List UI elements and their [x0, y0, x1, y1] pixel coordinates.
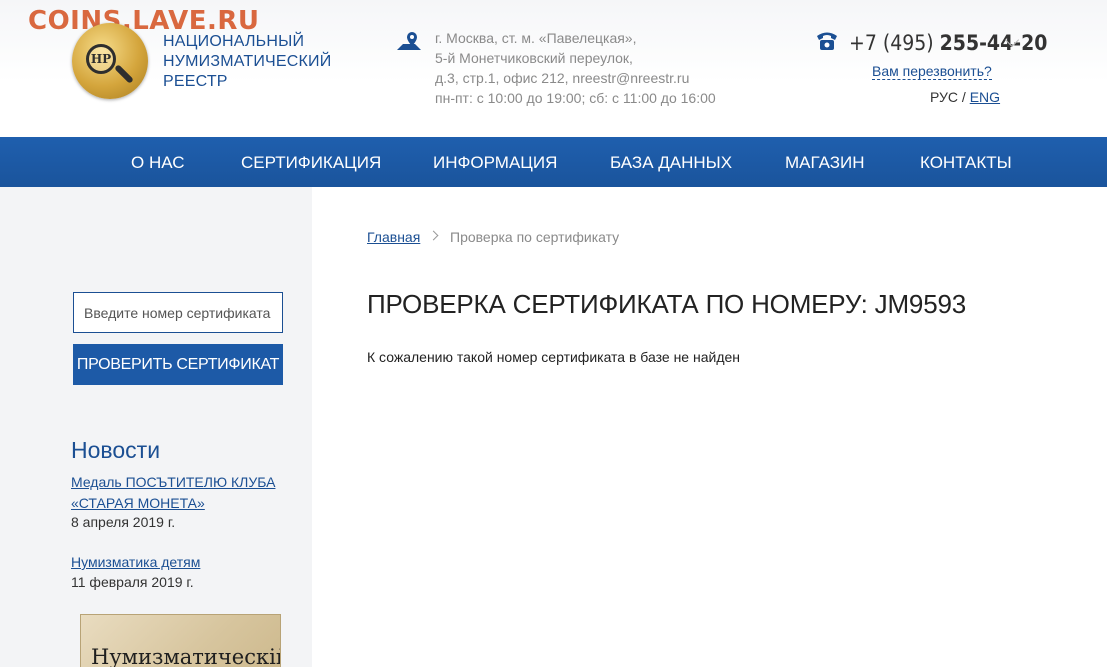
- address-line-2: 5-й Монетчиковский переулок,: [435, 50, 633, 66]
- news-item-link[interactable]: Медаль ПОСЪТИТЕЛЮ КЛУБА «СТАРАЯ МОНЕТА»: [71, 472, 275, 514]
- news-heading: Новости: [71, 437, 161, 463]
- lang-separator: /: [958, 89, 970, 105]
- certificate-number-input[interactable]: [73, 292, 283, 333]
- phone-prefix: +7 (495): [849, 31, 940, 55]
- logo-line-2: НУМИЗМАТИЧЕСКИЙ: [163, 53, 332, 70]
- nav-item-contacts[interactable]: КОНТАКТЫ: [920, 137, 1012, 187]
- news-item-link[interactable]: Нумизматика детям: [71, 552, 200, 573]
- magnifier-handle-icon: [114, 64, 134, 84]
- book-cover-title: Нумизматическій: [91, 645, 281, 667]
- phone-icon: [817, 32, 837, 50]
- page-title: ПРОВЕРКА СЕРТИФИКАТА ПО НОМЕРУ: JM9593: [367, 289, 966, 319]
- logo-line-1: НАЦИОНАЛЬНЫЙ: [163, 33, 305, 50]
- lang-en-link[interactable]: ENG: [970, 89, 1000, 105]
- nav-item-certification[interactable]: СЕРТИФИКАЦИЯ: [241, 137, 381, 187]
- logo-line-3: РЕЕСТР: [163, 73, 228, 90]
- nav-item-about[interactable]: О НАС: [131, 137, 184, 187]
- phone-number[interactable]: +7 (495) 255-44-20: [849, 31, 1047, 55]
- news-item-title-line-1: Нумизматика детям: [71, 554, 201, 570]
- main-nav: О НАС СЕРТИФИКАЦИЯ ИНФОРМАЦИЯ БАЗА ДАННЫ…: [0, 137, 1107, 187]
- nav-item-information[interactable]: ИНФОРМАЦИЯ: [433, 137, 557, 187]
- hours-line: пн-пт: с 10:00 до 19:00; сб: с 11:00 до …: [435, 90, 716, 106]
- nav-item-database[interactable]: БАЗА ДАННЫХ: [610, 137, 732, 187]
- logo-monogram: НР: [86, 44, 116, 74]
- breadcrumb-home-link[interactable]: Главная: [367, 229, 420, 245]
- breadcrumb-current: Проверка по сертификату: [450, 229, 620, 245]
- address-line-1: г. Москва, ст. м. «Павелецкая»,: [435, 30, 637, 46]
- check-certificate-button[interactable]: ПРОВЕРИТЬ СЕРТИФИКАТ: [73, 344, 283, 385]
- news-item-title-line-2: «СТАРАЯ МОНЕТА»: [71, 495, 205, 511]
- logo-text[interactable]: НАЦИОНАЛЬНЫЙ НУМИЗМАТИЧЕСКИЙ РЕЕСТР: [163, 32, 331, 92]
- map-pin-icon: [397, 32, 421, 50]
- lang-ru[interactable]: РУС: [930, 89, 958, 105]
- result-message: К сожалению такой номер сертификата в ба…: [367, 349, 741, 365]
- chevron-right-icon: [428, 230, 439, 241]
- news-item-date: 8 апреля 2019 г.: [71, 514, 176, 530]
- news-item-title-line-1: Медаль ПОСЪТИТЕЛЮ КЛУБА: [71, 474, 276, 490]
- sidebar: [0, 187, 312, 667]
- news-item-date: 11 февраля 2019 г.: [71, 574, 194, 590]
- phone-main: 255-44-20: [939, 31, 1048, 55]
- language-switcher: РУС / ENG: [930, 89, 1000, 105]
- address-line-3: д.3, стр.1, офис 212, nreestr@nreestr.ru: [435, 70, 690, 86]
- nav-item-shop[interactable]: МАГАЗИН: [785, 137, 864, 187]
- address-block: г. Москва, ст. м. «Павелецкая», 5-й Моне…: [435, 28, 716, 108]
- book-cover-image[interactable]: Нумизматическій: [80, 614, 281, 667]
- callback-link[interactable]: Вам перезвонить?: [872, 63, 992, 80]
- site-header: COINS.LAVE.RU НР НАЦИОНАЛЬНЫЙ НУМИЗМАТИЧ…: [0, 0, 1107, 137]
- logo-coin-icon[interactable]: НР: [72, 23, 148, 99]
